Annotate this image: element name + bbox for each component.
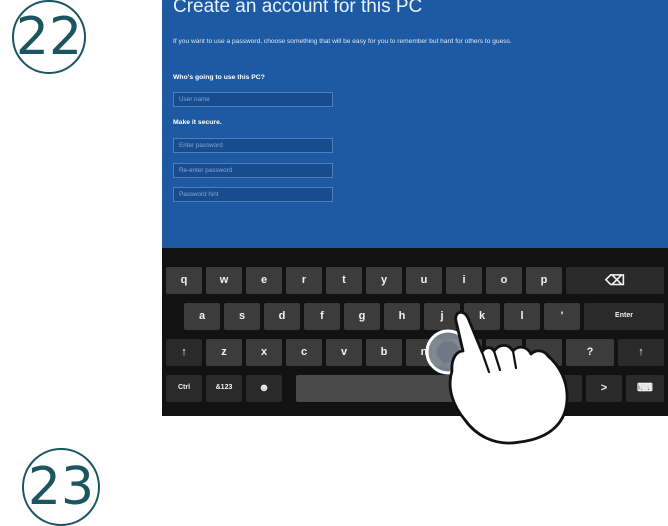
key-x[interactable]: x [246,339,282,366]
ctrl-key[interactable]: Ctrl [166,375,202,402]
key-n[interactable]: n [406,339,442,366]
password-hint-field[interactable]: Password hint [173,187,333,202]
keyboard-icon: ⌨ [637,382,653,394]
key-d[interactable]: d [264,303,300,330]
key-q[interactable]: q [166,267,202,294]
reenter-password-field[interactable]: Re-enter password [173,163,333,178]
backspace-icon: ⌫ [605,272,625,288]
key-p[interactable]: p [526,267,562,294]
page-title: Create an account for this PC [173,0,423,17]
space-bar[interactable] [296,375,540,402]
who-label: Who's going to use this PC? [173,74,265,81]
key-comma[interactable]: , [486,339,522,366]
key-g[interactable]: g [344,303,380,330]
key-u[interactable]: u [406,267,442,294]
key-o[interactable]: o [486,267,522,294]
key-m[interactable]: m [446,339,482,366]
key-c[interactable]: c [286,339,322,366]
enter-key[interactable]: Enter [584,303,664,330]
create-account-panel: Create an account for this PC If you wan… [162,0,668,248]
page-description: If you want to use a password, choose so… [173,38,512,45]
key-f[interactable]: f [304,303,340,330]
shift-icon: ↑ [638,346,644,358]
right-arrow-key[interactable]: > [586,375,622,402]
tablet-screen: Create an account for this PC If you wan… [162,0,668,416]
key-j[interactable]: j [424,303,460,330]
shift-icon: ↑ [181,346,187,358]
key-s[interactable]: s [224,303,260,330]
key-period[interactable]: . [526,339,562,366]
key-v[interactable]: v [326,339,362,366]
shift-key-left[interactable]: ↑ [166,339,202,366]
chevron-left-icon: < [560,382,568,394]
password-field[interactable]: Enter password [173,138,333,153]
key-i[interactable]: i [446,267,482,294]
key-h[interactable]: h [384,303,420,330]
touch-keyboard: q w e r t y u i o p ⌫ a s d f g h j k l … [162,248,668,416]
emoji-icon: ☻ [258,382,270,394]
keyboard-options-key[interactable]: ⌨ [626,375,664,402]
key-question[interactable]: ? [566,339,614,366]
key-l[interactable]: l [504,303,540,330]
key-b[interactable]: b [366,339,402,366]
key-r[interactable]: r [286,267,322,294]
numbers-key[interactable]: &123 [206,375,242,402]
secure-label: Make it secure. [173,119,222,126]
left-arrow-key[interactable]: < [546,375,582,402]
key-a[interactable]: a [184,303,220,330]
key-y[interactable]: y [366,267,402,294]
username-field[interactable]: User name [173,92,333,107]
next-step-number-badge: 23 [22,448,100,526]
chevron-right-icon: > [600,382,608,394]
emoji-key[interactable]: ☻ [246,375,282,402]
key-k[interactable]: k [464,303,500,330]
key-w[interactable]: w [206,267,242,294]
backspace-key[interactable]: ⌫ [566,267,664,294]
key-apostrophe[interactable]: ' [544,303,580,330]
key-e[interactable]: e [246,267,282,294]
step-number-badge: 22 [12,0,86,74]
key-t[interactable]: t [326,267,362,294]
key-z[interactable]: z [206,339,242,366]
shift-key-right[interactable]: ↑ [618,339,664,366]
